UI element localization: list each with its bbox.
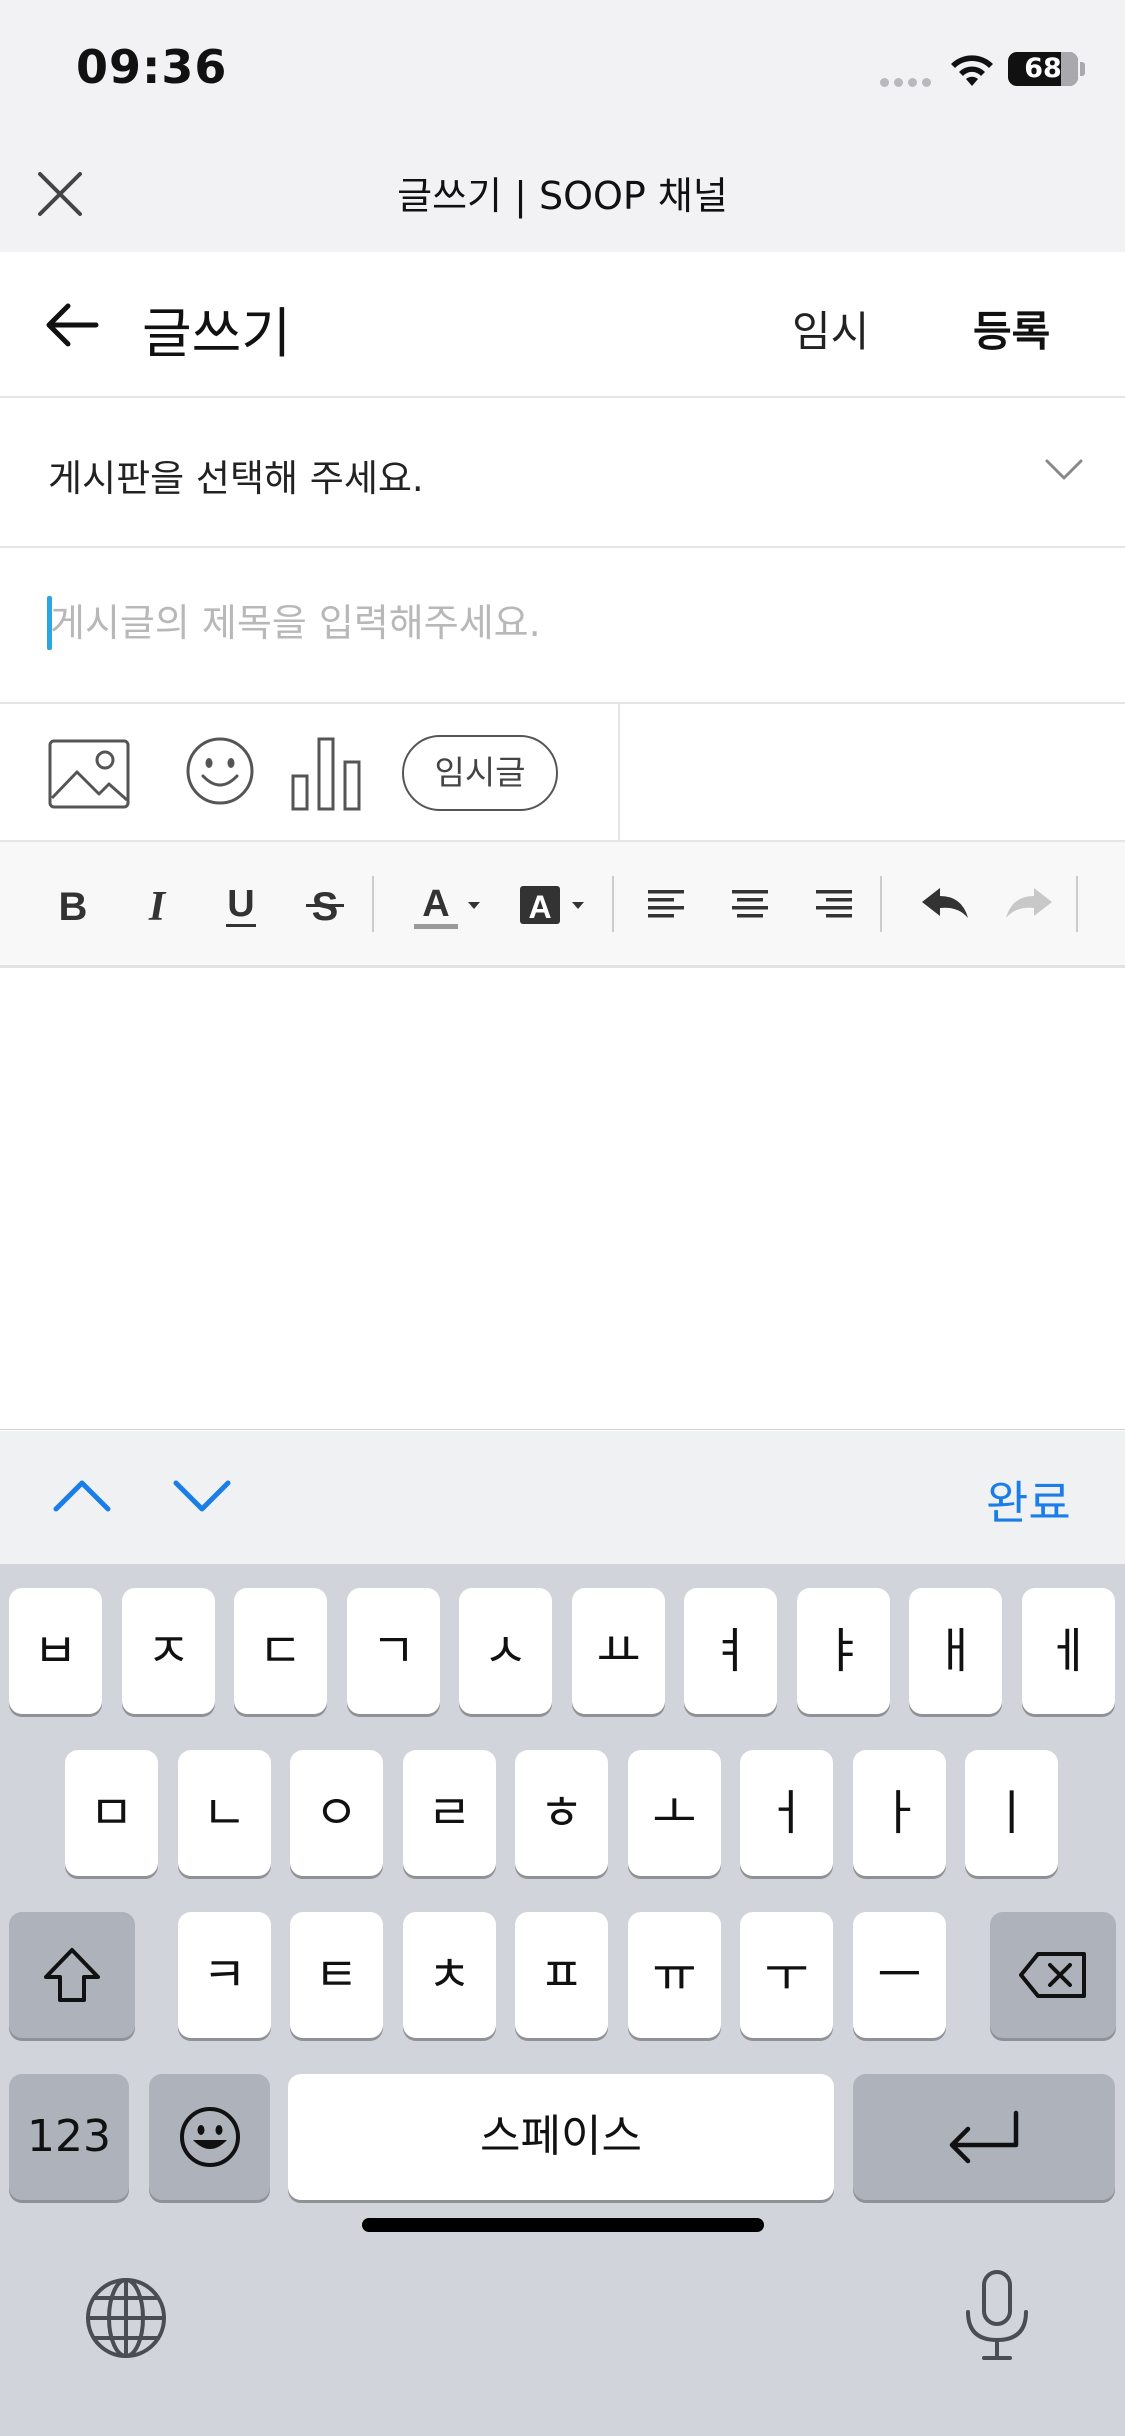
key[interactable]: ㅁ [65,1750,158,1876]
browser-header: 09:36 68 글쓰기 | SOOP 채널 [0,0,1125,252]
align-right-icon[interactable] [812,872,856,938]
svg-text:I: I [148,884,167,930]
emoji-icon[interactable] [185,736,255,806]
key[interactable]: ㅈ [122,1588,215,1714]
attach-divider [618,704,620,842]
key[interactable]: ㅓ [740,1750,833,1876]
keyboard-accessory-bar: 완료 [0,1431,1125,1564]
background-color-icon[interactable]: A [516,872,592,938]
key[interactable]: ㅑ [797,1588,890,1714]
key[interactable]: ㅠ [628,1912,721,2038]
key[interactable]: ㅣ [965,1750,1058,1876]
toolbar-divider [372,876,374,932]
key[interactable]: ㅍ [515,1912,608,2038]
draft-list-button[interactable]: 임시글 [402,735,558,811]
underline-icon[interactable]: U [218,872,264,938]
svg-text:A: A [528,889,551,925]
battery-icon: 68 [1008,52,1078,86]
app-header: 글쓰기 임시 등록 [0,252,1125,398]
chevron-up-icon[interactable] [52,1475,112,1515]
key[interactable]: ㅗ [628,1750,721,1876]
poll-chart-icon[interactable] [290,736,362,812]
key[interactable]: ㅜ [740,1912,833,2038]
status-time: 09:36 [76,40,228,94]
return-key[interactable] [853,2074,1115,2200]
key[interactable]: ㅂ [9,1588,102,1714]
align-center-icon[interactable] [728,872,772,938]
key[interactable]: ㅛ [572,1588,665,1714]
wifi-icon [951,55,993,86]
svg-text:B: B [59,885,88,929]
key[interactable]: ㅌ [290,1912,383,2038]
microphone-icon[interactable] [960,2268,1034,2364]
browser-title: 글쓰기 | SOOP 채널 [397,174,728,218]
home-indicator [362,2218,764,2232]
key[interactable]: ㅎ [515,1750,608,1876]
toolbar-divider [880,876,882,932]
battery-level: 68 [1024,53,1062,84]
battery-cap [1080,62,1085,76]
back-arrow-icon[interactable] [44,302,100,348]
key[interactable]: ㅅ [459,1588,552,1714]
board-select-placeholder: 게시판을 선택해 주세요. [48,457,424,500]
page-title: 글쓰기 [142,302,292,365]
redo-icon[interactable] [1002,872,1056,938]
signal-icon [880,72,936,91]
backspace-key[interactable] [990,1912,1116,2038]
key[interactable]: ㅇ [290,1750,383,1876]
numbers-key[interactable]: 123 [9,2074,129,2200]
emoji-key[interactable] [149,2074,270,2200]
shift-key[interactable] [9,1912,135,2038]
key[interactable]: ㅋ [178,1912,271,2038]
space-key[interactable]: 스페이스 [288,2074,834,2200]
undo-icon[interactable] [918,872,972,938]
svg-text:U: U [227,883,254,925]
key[interactable]: ㅊ [403,1912,496,2038]
key[interactable]: ㄴ [178,1750,271,1876]
key[interactable]: ㅏ [853,1750,946,1876]
chevron-down-icon[interactable] [172,1477,232,1517]
toolbar-divider [612,876,614,932]
format-toolbar: B I U S A A [0,842,1125,968]
board-select[interactable]: 게시판을 선택해 주세요. [0,398,1125,548]
image-icon[interactable] [47,738,131,810]
done-button[interactable]: 완료 [986,1467,1071,1533]
chevron-down-icon [1045,459,1083,480]
key[interactable]: ㅐ [909,1588,1002,1714]
title-input[interactable] [50,588,1050,658]
backspace-icon [1019,1952,1086,1998]
attach-toolbar: 임시글 [0,704,1125,842]
font-color-icon[interactable]: A [410,872,486,938]
key[interactable]: ㄷ [234,1588,327,1714]
return-icon [949,2110,1019,2164]
globe-icon[interactable] [84,2276,168,2360]
svg-text:A: A [422,883,449,925]
keyboard: ㅂ ㅈ ㄷ ㄱ ㅅ ㅛ ㅕ ㅑ ㅐ ㅔ ㅁ ㄴ ㅇ ㄹ ㅎ ㅗ ㅓ ㅏ ㅣ ㅋ … [0,1564,1125,2436]
key[interactable]: ㅔ [1022,1588,1115,1714]
strikethrough-icon[interactable]: S [302,872,348,938]
content-editor[interactable] [0,968,1125,1430]
emoji-icon [179,2107,240,2167]
title-field [0,548,1125,704]
submit-button[interactable]: 등록 [973,298,1050,359]
bold-icon[interactable]: B [50,872,96,938]
key[interactable]: ㅕ [684,1588,777,1714]
align-left-icon[interactable] [644,872,688,938]
key[interactable]: ㄹ [403,1750,496,1876]
shift-icon [44,1948,100,2002]
toolbar-divider [1076,876,1078,932]
key[interactable]: ㅡ [853,1912,946,2038]
key[interactable]: ㄱ [347,1588,440,1714]
italic-icon[interactable]: I [134,872,180,938]
temp-save-button[interactable]: 임시 [792,298,869,359]
